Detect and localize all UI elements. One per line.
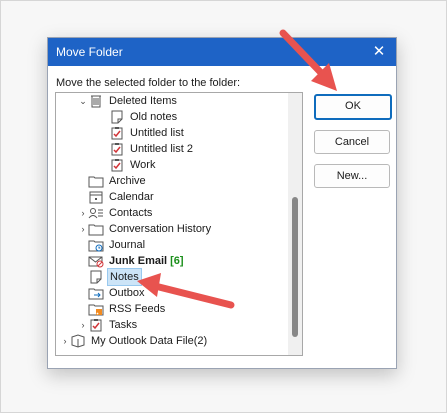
tree-item-junk-email[interactable]: Junk Email [6] xyxy=(88,253,186,269)
tree-item-calendar[interactable]: Calendar xyxy=(88,189,156,205)
tree-item-label: Tasks xyxy=(109,319,138,331)
tree-item-tasks[interactable]: › Tasks xyxy=(78,317,139,333)
unread-count-badge: [6] xyxy=(170,255,184,267)
trash-icon xyxy=(88,94,104,108)
chevron-right-icon[interactable]: › xyxy=(60,333,70,349)
rss-icon xyxy=(88,302,104,316)
tree-scrollbar[interactable] xyxy=(288,93,302,355)
scrollbar-thumb[interactable] xyxy=(292,197,298,337)
tree-item-label: Untitled list xyxy=(130,127,184,139)
chevron-right-icon[interactable]: › xyxy=(78,317,88,333)
tree-item-deleted-items[interactable]: ⌄ Deleted Items xyxy=(78,93,179,109)
note-icon xyxy=(88,270,104,284)
tree-item-label: Old notes xyxy=(130,111,178,123)
chevron-right-icon[interactable]: › xyxy=(78,221,88,237)
tree-item-rss-feeds[interactable]: RSS Feeds xyxy=(88,301,167,317)
tree-item-label: Contacts xyxy=(109,207,153,219)
tree-item-contacts[interactable]: › Contacts xyxy=(78,205,154,221)
tree-item-data-file[interactable]: › My Outlook Data File(2) xyxy=(60,333,209,349)
tree-item-conversation-history[interactable]: › Conversation History xyxy=(78,221,213,237)
move-prompt: Move the selected folder to the folder: xyxy=(56,77,241,89)
chevron-right-icon[interactable]: › xyxy=(78,205,88,221)
calendar-icon xyxy=(88,190,104,204)
tree-item-label: Archive xyxy=(109,175,146,187)
task-list-icon xyxy=(109,158,125,172)
folder-tree[interactable]: ⌄ Deleted Items Old notes Untitled list xyxy=(55,92,303,356)
tree-item-label: Work xyxy=(130,159,156,171)
tree-item-label: Junk Email [6] xyxy=(107,253,186,269)
task-list-icon xyxy=(109,126,125,140)
tree-item-label: My Outlook Data File(2) xyxy=(91,335,208,347)
close-icon[interactable]: ✕ xyxy=(370,43,388,61)
contacts-icon xyxy=(88,206,104,220)
new-button[interactable]: New... xyxy=(314,164,390,188)
outbox-icon xyxy=(88,286,104,300)
screenshot-frame: Move Folder ✕ Move the selected folder t… xyxy=(0,0,447,413)
dialog-title: Move Folder xyxy=(56,45,123,59)
journal-icon xyxy=(88,238,104,252)
tree-item-label: Calendar xyxy=(109,191,154,203)
task-list-icon xyxy=(88,318,104,332)
task-list-icon xyxy=(109,142,125,156)
tree-item-notes[interactable]: Notes xyxy=(88,268,142,286)
cancel-button[interactable]: Cancel xyxy=(314,130,390,154)
tree-item-label: Outbox xyxy=(109,287,145,299)
tree-item-label: Untitled list 2 xyxy=(130,143,193,155)
move-folder-dialog: Move Folder ✕ Move the selected folder t… xyxy=(47,37,397,369)
data-file-icon xyxy=(70,334,86,348)
ok-button[interactable]: OK xyxy=(314,94,392,120)
junk-email-label: Junk Email xyxy=(109,255,168,267)
chevron-down-icon[interactable]: ⌄ xyxy=(78,93,88,109)
tree-item-untitled-list[interactable]: Untitled list xyxy=(109,125,186,141)
tree-item-work[interactable]: Work xyxy=(109,157,157,173)
note-icon xyxy=(109,110,125,124)
tree-item-label: Conversation History xyxy=(109,223,212,235)
tree-item-journal[interactable]: Journal xyxy=(88,237,147,253)
junk-mail-icon xyxy=(88,254,104,268)
tree-item-label: RSS Feeds xyxy=(109,303,166,315)
tree-item-outbox[interactable]: Outbox xyxy=(88,285,146,301)
title-bar: Move Folder ✕ xyxy=(48,38,396,66)
tree-item-archive[interactable]: Archive xyxy=(88,173,148,189)
tree-item-untitled-list-2[interactable]: Untitled list 2 xyxy=(109,141,195,157)
folder-icon xyxy=(88,174,104,188)
tree-item-label: Deleted Items xyxy=(109,95,177,107)
tree-item-label: Journal xyxy=(109,239,146,251)
tree-item-old-notes[interactable]: Old notes xyxy=(109,109,179,125)
folder-icon xyxy=(88,222,104,236)
tree-item-label: Notes xyxy=(107,268,142,286)
